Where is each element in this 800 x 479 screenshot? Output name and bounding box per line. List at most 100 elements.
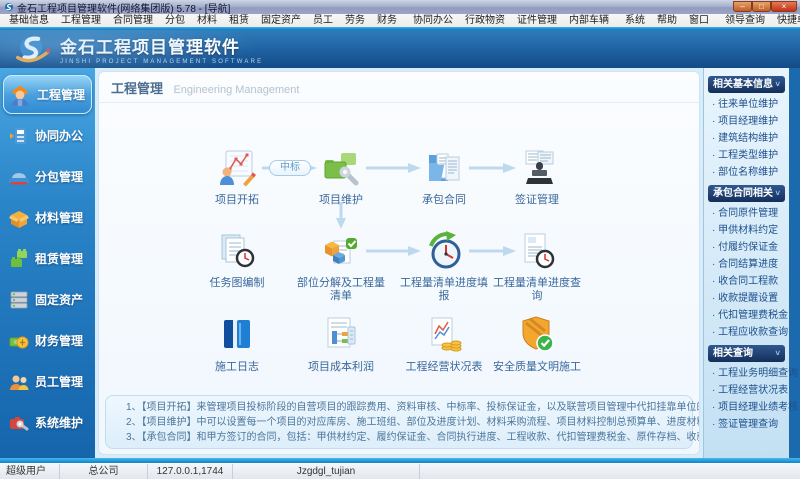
sidebar-item-engineering[interactable]: 工程管理: [3, 75, 92, 114]
section-title: 相关查询: [713, 348, 753, 359]
link-item[interactable]: 代扣管理费税金: [707, 307, 788, 324]
sidebar-item-system[interactable]: 系统维护: [0, 402, 95, 443]
app-banner: 金石工程项目管理软件 JINSHI PROJECT MANAGEMENT SOF…: [0, 30, 800, 68]
page-header: 工程管理 Engineering Management: [99, 72, 699, 103]
staff-people-icon: [10, 375, 29, 390]
link-item[interactable]: 签证管理查询: [707, 416, 786, 433]
status-module: Jzgdgl_tujian: [233, 464, 420, 479]
project-development-icon: [220, 150, 256, 187]
sidebar-item-label: 租赁管理: [35, 252, 84, 266]
link-item[interactable]: 合同原件管理: [707, 205, 786, 222]
flow-node-label: 安全质量文明施工: [493, 361, 581, 373]
maximize-button[interactable]: □: [752, 1, 771, 12]
link-item[interactable]: 工程业务明细查询: [707, 365, 798, 382]
tip-line: 2、【项目维护】中可以设置每一个项目的对应库房、施工班组、部位及进度计划、材料采…: [126, 416, 699, 428]
sidebar-item-materials[interactable]: 材料管理: [0, 197, 95, 238]
flow-node-progress-query[interactable]: 工程量清单进度查询: [491, 231, 583, 303]
title-bar: 金石工程项目管理软件(网络集团版) 5.78 - [导航] – □ ×: [0, 0, 800, 15]
sidebar-item-collaboration[interactable]: 协同办公: [0, 115, 95, 156]
link-item[interactable]: 项目经理业绩考核: [707, 399, 798, 416]
menu-item[interactable]: 快捷单据: [771, 14, 800, 27]
menu-item[interactable]: 劳务: [339, 14, 371, 27]
sidebar-item-subcontract[interactable]: 分包管理: [0, 156, 95, 197]
menu-item[interactable]: 协同办公: [407, 14, 459, 27]
tips-panel: 1、【项目开拓】来管理项目投标阶段的自营项目的跟踪费用、资料审核、中标率、投标保…: [105, 395, 699, 449]
menu-item[interactable]: 基础信息: [3, 14, 55, 27]
menu-item[interactable]: 租赁: [223, 14, 255, 27]
flow-node-task-chart[interactable]: 任务图编制: [191, 231, 283, 290]
construction-log-books-icon: [224, 320, 250, 348]
minimize-button[interactable]: –: [733, 1, 752, 12]
sidebar-item-label: 材料管理: [35, 211, 84, 225]
menu-item[interactable]: 证件管理: [511, 14, 563, 27]
flow-arrow: [366, 163, 421, 173]
chevron-down-icon: ˅: [775, 349, 780, 358]
status-company: 总公司: [60, 464, 148, 479]
flow-node-label: 部位分解及工程量清单: [297, 277, 385, 302]
status-spacer: [420, 464, 800, 479]
status-user: 超级用户: [0, 464, 60, 479]
link-item[interactable]: 工程类型维护: [707, 147, 786, 164]
flow-node-label: 工程量清单进度查询: [493, 277, 581, 302]
worker-icon: [11, 85, 29, 106]
section-header-contract[interactable]: 承包合同相关 ˅: [708, 185, 785, 202]
section-header-queries[interactable]: 相关查询 ˅: [708, 345, 785, 362]
menu-item[interactable]: 行政物资: [459, 14, 511, 27]
related-links-panel: 相关基本信息 ˅ 往来单位维护 项目经理维护 建筑结构维护 工程类型维护 部位名…: [703, 68, 798, 458]
sidebar-item-staff[interactable]: 员工管理: [0, 361, 95, 402]
subcontract-vehicle-icon: [9, 172, 29, 184]
menu-item[interactable]: 分包: [159, 14, 191, 27]
flow-node-visa-management[interactable]: 签证管理: [491, 148, 583, 207]
flow-node-safety-quality[interactable]: 安全质量文明施工: [491, 315, 583, 374]
sidebar-item-label: 固定资产: [35, 293, 84, 307]
link-item[interactable]: 甲供材料约定: [707, 222, 786, 239]
menu-item[interactable]: 窗口: [683, 14, 715, 27]
sidebar-item-lease[interactable]: 租赁管理: [0, 238, 95, 279]
flow-node-business-status[interactable]: 工程经营状况表: [398, 315, 490, 374]
link-item[interactable]: 往来单位维护: [707, 96, 786, 113]
section-header-basic-info[interactable]: 相关基本信息 ˅: [708, 76, 785, 93]
flow-node-boq-breakdown[interactable]: 部位分解及工程量清单: [295, 231, 387, 303]
visa-stamp-icon: [525, 150, 554, 184]
progress-report-clock-icon: [429, 231, 461, 269]
menu-item[interactable]: 领导查询: [719, 14, 771, 27]
menu-item[interactable]: 财务: [371, 14, 403, 27]
menu-item[interactable]: 系统: [619, 14, 651, 27]
link-item[interactable]: 项目经理维护: [707, 113, 786, 130]
lease-blocks-icon: [11, 248, 27, 267]
menu-item[interactable]: 工程管理: [55, 14, 107, 27]
boq-breakdown-icon: [325, 238, 357, 264]
menu-item[interactable]: 合同管理: [107, 14, 159, 27]
sidebar-item-label: 分包管理: [35, 170, 84, 184]
menu-item[interactable]: 材料: [191, 14, 223, 27]
link-item[interactable]: 工程应收款查询: [707, 324, 788, 341]
chevron-down-icon: ˅: [775, 80, 780, 89]
link-item[interactable]: 收款提醒设置: [707, 290, 786, 307]
link-item[interactable]: 建筑结构维护: [707, 130, 786, 147]
business-status-chart-icon: [431, 317, 462, 352]
menu-bar: 基础信息 工程管理 合同管理 分包 材料 租赁 固定资产 员工 劳务 财务 协同…: [0, 14, 800, 27]
menu-item[interactable]: 帮助: [651, 14, 683, 27]
sidebar-item-fixed-assets[interactable]: 固定资产: [0, 279, 95, 320]
flow-node-contract[interactable]: 承包合同: [398, 148, 490, 207]
menu-item[interactable]: 员工: [307, 14, 339, 27]
navigation-card: 工程管理 Engineering Management 项目开拓 项目维护 承包…: [98, 71, 700, 455]
flow-node-cost-profit[interactable]: 项目成本利润: [295, 315, 387, 374]
sidebar-item-finance[interactable]: 财务管理: [0, 320, 95, 361]
cost-profit-icon: [327, 317, 356, 348]
flow-node-project-maintenance[interactable]: 项目维护: [295, 148, 387, 207]
menu-item[interactable]: 内部车辆: [563, 14, 615, 27]
sidebar-item-label: 协同办公: [35, 129, 84, 143]
close-button[interactable]: ×: [771, 1, 797, 12]
link-item[interactable]: 部位名称维护: [707, 164, 786, 181]
flow-node-progress-report[interactable]: 工程量清单进度填报: [398, 231, 490, 303]
project-maintenance-icon: [324, 153, 359, 186]
menu-item[interactable]: 固定资产: [255, 14, 307, 27]
link-item[interactable]: 工程经营状况表: [707, 382, 788, 399]
link-item[interactable]: 收合同工程款: [707, 273, 786, 290]
link-item[interactable]: 付履约保证金: [707, 239, 786, 256]
link-item[interactable]: 合同结算进度: [707, 256, 786, 273]
flow-node-project-development[interactable]: 项目开拓: [191, 148, 283, 207]
section-title: 承包合同相关: [713, 188, 773, 199]
flow-node-construction-log[interactable]: 施工日志: [191, 315, 283, 374]
